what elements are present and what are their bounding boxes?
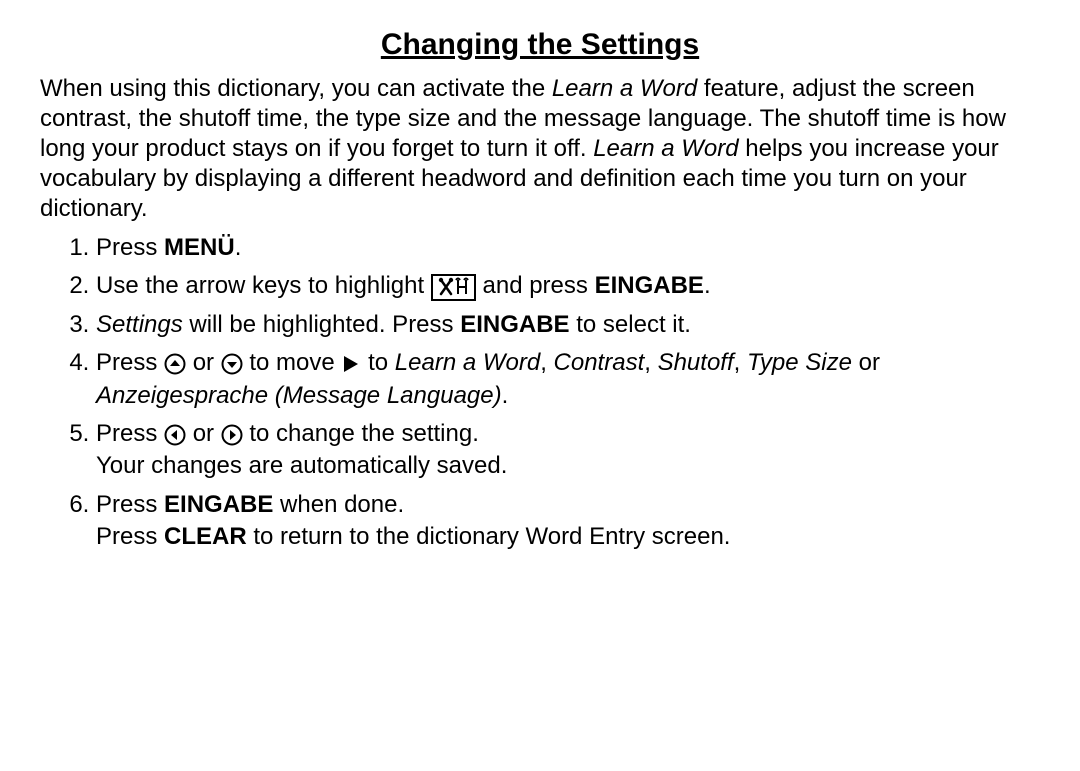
step-text: or [193,349,221,376]
option-contrast: Contrast [554,349,645,376]
page-title: Changing the Settings [40,28,1040,62]
step-5: Press or to change the setting. Your cha… [96,418,1040,483]
settings-word: Settings [96,311,183,338]
step-text: , [644,349,657,376]
step-text: or [852,349,880,376]
step-text: to return to the dictionary Word Entry s… [247,523,731,550]
step-text: to select it. [570,311,691,338]
arrow-right-icon [221,420,250,447]
step-2: Use the arrow keys to highlight and pres… [96,270,1040,302]
step-text: Press [96,491,164,518]
step-6: Press EINGABE when done. Press CLEAR to … [96,489,1040,554]
option-type-size: Type Size [747,349,852,376]
intro-em2: Learn a Word [593,135,738,162]
step-text: Use the arrow keys to highlight [96,272,431,299]
step-text: , [734,349,747,376]
step-text: . [704,272,711,299]
arrow-down-icon [221,349,250,376]
step-text: or [193,420,221,447]
step-text: Press [96,523,164,550]
step-text: Your changes are automatically saved. [96,450,1040,482]
menu-key: MENÜ [164,234,235,261]
step-text: Press [96,420,164,447]
step-text: to change the setting. [249,420,479,447]
clear-key: CLEAR [164,523,247,550]
settings-icon [431,272,483,299]
steps-list: Press MENÜ. Use the arrow keys to highli… [60,232,1040,554]
document-page: Changing the Settings When using this di… [0,0,1080,554]
step-text: will be highlighted. Press [183,311,460,338]
step-text: Press [96,234,164,261]
arrow-left-icon [164,420,193,447]
eingabe-key: EINGABE [460,311,569,338]
option-message-language: Anzeigesprache (Message Language) [96,382,502,409]
step-text: . [502,382,509,409]
eingabe-key: EINGABE [595,272,704,299]
step-text: to [368,349,395,376]
option-shutoff: Shutoff [658,349,734,376]
step-text: , [540,349,553,376]
step-text: . [235,234,242,261]
intro-text: When using this dictionary, you can acti… [40,75,552,102]
intro-em1: Learn a Word [552,75,697,102]
step-text: and press [483,272,595,299]
step-3: Settings will be highlighted. Press EING… [96,309,1040,341]
option-learn-a-word: Learn a Word [395,349,540,376]
pointer-right-icon [341,349,368,376]
intro-paragraph: When using this dictionary, you can acti… [40,74,1040,224]
step-1: Press MENÜ. [96,232,1040,264]
step-4: Press or to move to Learn [96,347,1040,412]
step-text: when done. [273,491,404,518]
eingabe-key: EINGABE [164,491,273,518]
arrow-up-icon [164,349,193,376]
step-text: Press [96,349,164,376]
step-text: to move [249,349,341,376]
